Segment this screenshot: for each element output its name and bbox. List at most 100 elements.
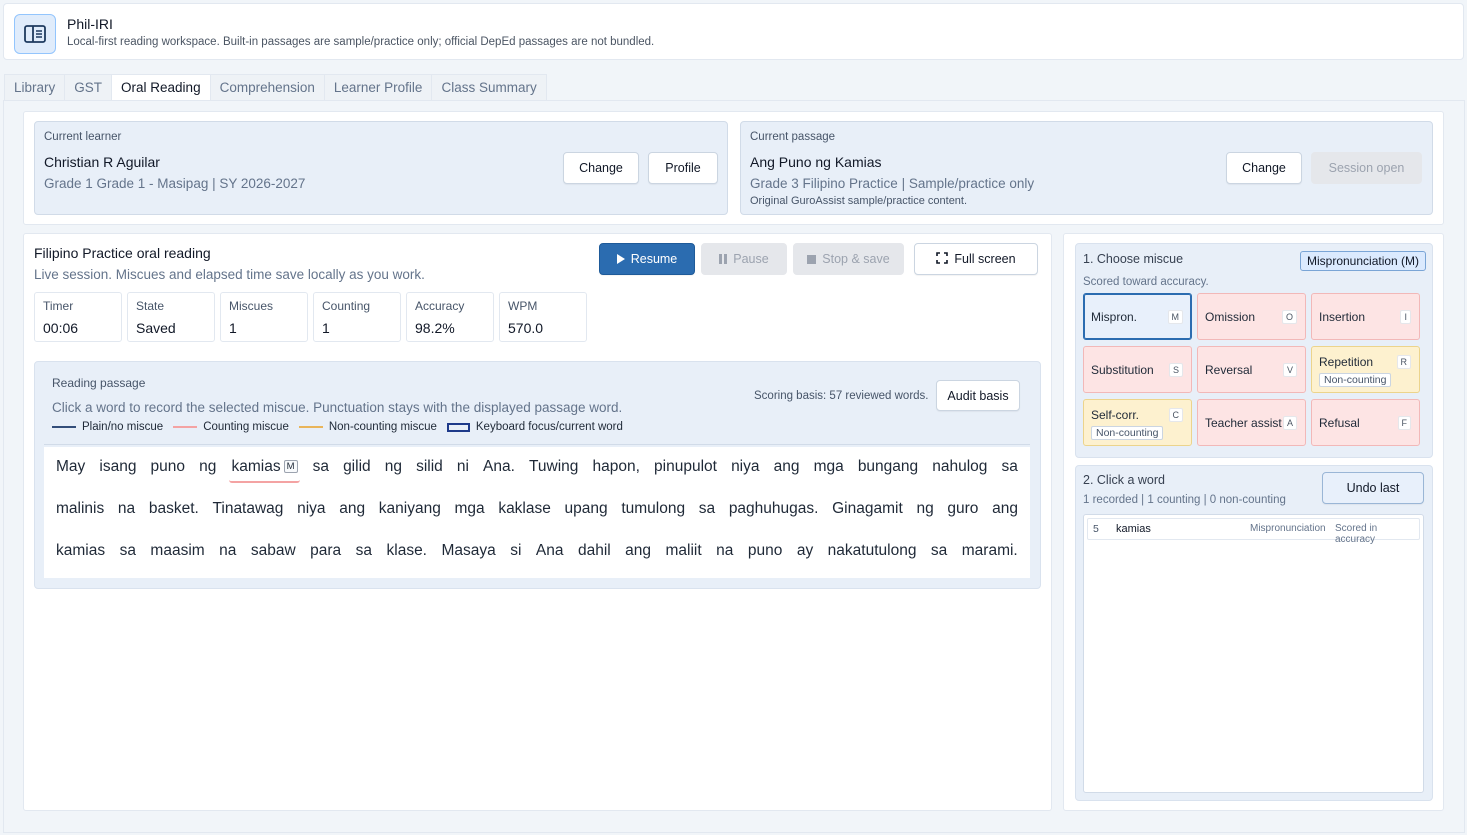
full-screen-button[interactable]: Full screen xyxy=(914,243,1038,275)
passage-word[interactable]: sabaw xyxy=(250,540,297,562)
passage-word[interactable]: silid xyxy=(415,456,444,478)
tab-class-summary[interactable]: Class Summary xyxy=(432,74,547,101)
passage-word[interactable]: sa xyxy=(1001,456,1019,478)
passage-word[interactable]: nahulog xyxy=(931,456,988,478)
passage-word[interactable]: sa xyxy=(698,498,716,520)
miscue-option-shortcut: C xyxy=(1168,408,1183,422)
passage-word[interactable]: basket. xyxy=(148,498,200,520)
passage-word[interactable]: niya xyxy=(730,456,760,478)
selected-miscue-badge: Mispronunciation (M) xyxy=(1300,251,1427,271)
profile-button[interactable]: Profile xyxy=(648,152,718,184)
change-passage-button[interactable]: Change xyxy=(1226,152,1302,184)
passage-word[interactable]: ang xyxy=(991,498,1019,520)
passage-word[interactable]: ng xyxy=(198,456,217,478)
passage-word[interactable]: si xyxy=(509,540,522,562)
passage-word[interactable]: kaniyang xyxy=(378,498,442,520)
passage-word[interactable]: klase. xyxy=(386,540,429,562)
miscue-log-row[interactable]: 5 kamias Mispronunciation Scored in accu… xyxy=(1087,518,1420,545)
passage-word[interactable]: puno xyxy=(150,456,186,478)
passage-word[interactable]: Ana. xyxy=(482,456,516,478)
miscue-option-label: Mispron. xyxy=(1091,310,1138,324)
miscue-option-shortcut: A xyxy=(1282,416,1297,430)
tab-comprehension[interactable]: Comprehension xyxy=(210,74,325,101)
miscue-option-shortcut: I xyxy=(1400,310,1411,324)
session-subtitle: Live session. Miscues and elapsed time s… xyxy=(34,267,425,282)
miscue-option-self-corr[interactable]: Self-corr. C Non-counting xyxy=(1083,399,1192,446)
passage-word[interactable]: sa xyxy=(930,540,948,562)
passage-word[interactable]: sa xyxy=(312,456,330,478)
play-icon xyxy=(616,254,625,264)
resume-button[interactable]: Resume xyxy=(599,243,695,275)
change-learner-button[interactable]: Change xyxy=(563,152,639,184)
passage-word[interactable]: ni xyxy=(456,456,470,478)
passage-word[interactable]: sa xyxy=(355,540,373,562)
passage-word[interactable]: gilid xyxy=(342,456,372,478)
passage-word[interactable]: May xyxy=(55,456,86,478)
stop-save-button[interactable]: Stop & save xyxy=(793,243,904,275)
passage-word[interactable]: ay xyxy=(796,540,814,562)
tab-library[interactable]: Library xyxy=(4,74,66,101)
passage-word[interactable]: Masaya xyxy=(440,540,496,562)
passage-word[interactable]: ng xyxy=(384,456,403,478)
passage-word[interactable]: kamias xyxy=(55,540,106,562)
pause-button[interactable]: Pause xyxy=(701,243,787,275)
passage-word[interactable]: maliit xyxy=(665,540,703,562)
passage-word[interactable]: hapon, xyxy=(592,456,641,478)
legend-swatch xyxy=(446,422,470,432)
passage-word[interactable]: nakatutulong xyxy=(827,540,918,562)
undo-last-button[interactable]: Undo last xyxy=(1322,472,1424,504)
passage-line: malinis na basket. Tinatawag niya ang kaniyang… xyxy=(55,498,1019,540)
passage-word[interactable]: paghuhugas. xyxy=(728,498,820,520)
passage-word[interactable]: ang xyxy=(773,456,801,478)
legend-label: Counting miscue xyxy=(203,421,289,433)
passage-word[interactable]: Tinatawag xyxy=(211,498,284,520)
passage-word[interactable]: pinupulot xyxy=(653,456,718,478)
learner-name: Christian R Aguilar xyxy=(44,154,160,170)
miscue-option-substitution[interactable]: Substitution S xyxy=(1083,346,1192,393)
passage-word[interactable]: guro xyxy=(946,498,979,520)
passage-word[interactable]: puno xyxy=(747,540,783,562)
passage-word[interactable]: na xyxy=(218,540,237,562)
miscue-option-insertion[interactable]: Insertion I xyxy=(1311,293,1420,340)
passage-word[interactable]: sa xyxy=(119,540,137,562)
miscue-option-repetition[interactable]: Repetition R Non-counting xyxy=(1311,346,1420,393)
passage-word[interactable]: tumulong xyxy=(620,498,686,520)
learner-meta: Grade 1 Grade 1 - Masipag | SY 2026-2027 xyxy=(44,176,306,191)
tab-gst[interactable]: GST xyxy=(65,74,113,101)
stat-accuracy: Accuracy 98.2% xyxy=(406,292,494,342)
passage-word[interactable]: ang xyxy=(624,540,652,562)
passage-word[interactable]: na xyxy=(715,540,734,562)
passage-word[interactable]: Tuwing xyxy=(528,456,579,478)
passage-word[interactable]: dahil xyxy=(577,540,612,562)
passage-word[interactable]: mga xyxy=(813,456,845,478)
passage-word[interactable]: niya xyxy=(296,498,326,520)
passage-word[interactable]: isang xyxy=(98,456,137,478)
legend-focus: Keyboard focus/current word xyxy=(446,421,623,433)
miscue-option-refusal[interactable]: Refusal F xyxy=(1311,399,1420,446)
passage-word[interactable]: malinis xyxy=(55,498,105,520)
passage-word[interactable]: marami. xyxy=(961,540,1019,562)
passage-word[interactable]: ang xyxy=(338,498,366,520)
miscue-option-reversal[interactable]: Reversal V xyxy=(1197,346,1306,393)
tab-learner-profile[interactable]: Learner Profile xyxy=(324,74,433,101)
passage-word[interactable]: ng xyxy=(915,498,934,520)
miscue-option-mispron[interactable]: Mispron. M xyxy=(1083,293,1192,340)
passage-word[interactable]: Ginagamit xyxy=(831,498,904,520)
miscue-option-omission[interactable]: Omission O xyxy=(1197,293,1306,340)
miscue-option-teacher-assist[interactable]: Teacher assist A xyxy=(1197,399,1306,446)
passage-word[interactable]: Ana xyxy=(535,540,565,562)
stat-value: 1 xyxy=(322,320,330,336)
passage-word[interactable]: upang xyxy=(564,498,609,520)
passage-word[interactable]: kaklase xyxy=(497,498,552,520)
miscue-option-label: Insertion xyxy=(1319,310,1366,324)
passage-word[interactable]: kamias M xyxy=(229,456,300,483)
passage-word[interactable]: mga xyxy=(453,498,485,520)
session-open-button[interactable]: Session open xyxy=(1311,152,1422,184)
tab-oral-reading[interactable]: Oral Reading xyxy=(112,74,211,101)
passage-word[interactable]: maasim xyxy=(149,540,205,562)
passage-word[interactable]: na xyxy=(117,498,136,520)
passage-word[interactable]: para xyxy=(309,540,342,562)
audit-basis-button[interactable]: Audit basis xyxy=(936,380,1020,411)
passage-word[interactable]: bungang xyxy=(857,456,919,478)
miscue-log-list: 5 kamias Mispronunciation Scored in accu… xyxy=(1083,514,1424,793)
